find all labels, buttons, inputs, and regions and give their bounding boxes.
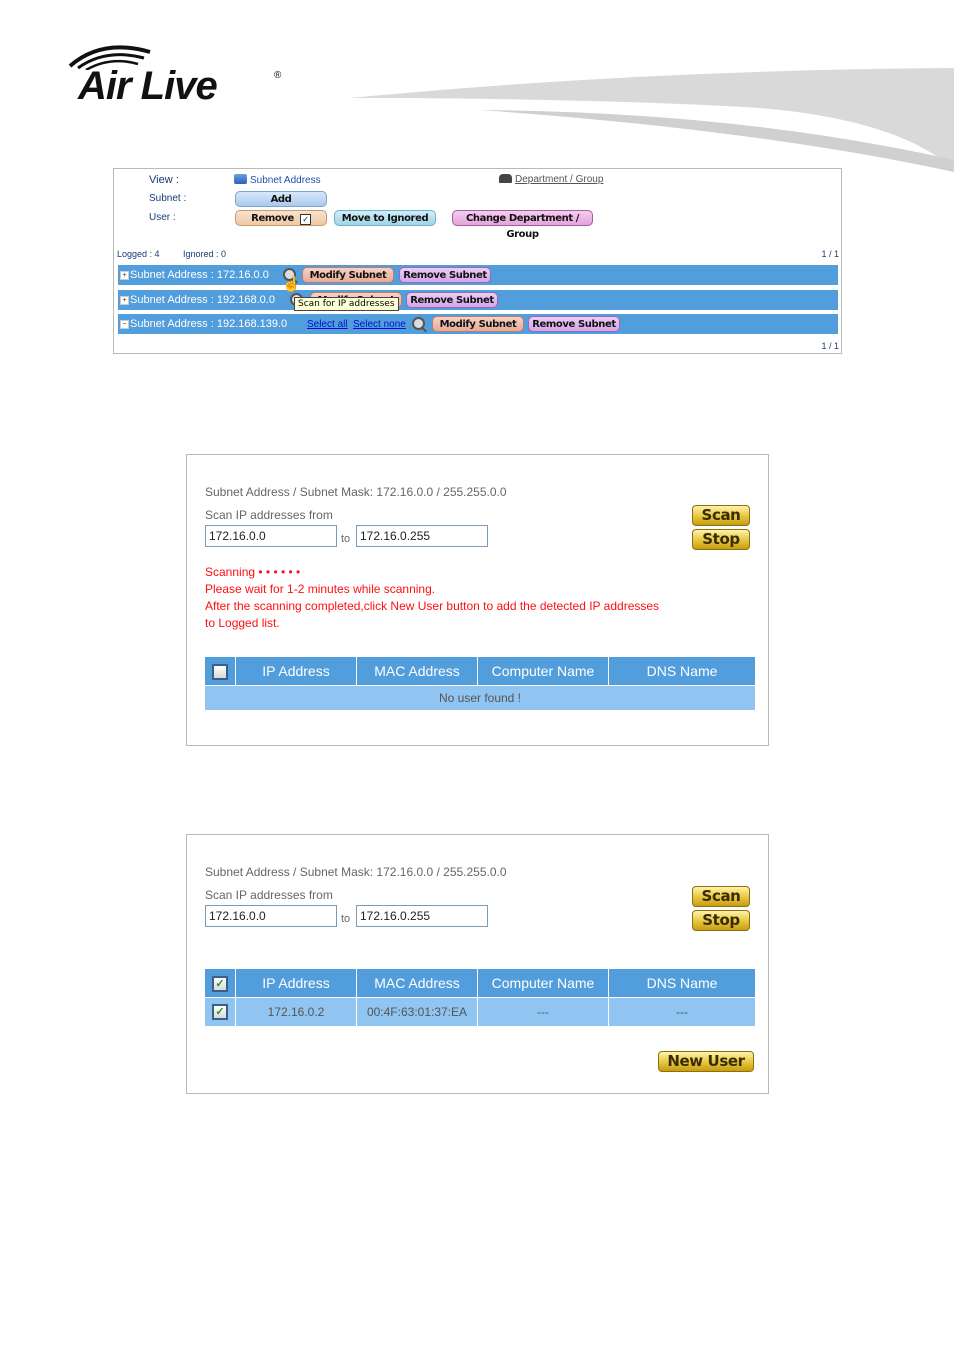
select-none-link[interactable]: Select none [353,319,406,330]
table-header: ✓ IP Address MAC Address Computer Name D… [204,969,756,998]
scan-from-label: Scan IP addresses from [205,888,333,902]
remove-user-label: Remove [251,213,294,224]
brand-name: Air Live [78,64,218,108]
view-department-label: Department / Group [515,174,604,185]
subnet-address: Subnet Address : 192.168.0.0 [130,294,275,306]
select-all-checkbox[interactable] [212,663,228,680]
scan-tooltip: Scan for IP addresses [294,297,399,311]
user-label: User : [149,212,176,223]
column-ip-address: IP Address [235,969,357,998]
subnet-label: Subnet : [149,193,187,204]
scan-panel-scanning: Subnet Address / Subnet Mask: 172.16.0.0… [186,454,769,746]
empty-message: No user found ! [204,685,756,711]
expand-icon[interactable]: + [120,296,129,305]
scanning-status: Scanning • • • • • • [205,565,301,579]
table-row[interactable]: ✓ 172.16.0.2 00:4F:63:01:37:EA --- --- [204,997,756,1027]
ignored-count: Ignored : 0 [183,249,227,259]
subnet-info: Subnet Address / Subnet Mask: 172.16.0.0… [205,865,507,879]
select-all-link[interactable]: Select all [307,319,348,330]
subnet-row: + Subnet Address : 192.168.0.0 Modify Su… [118,290,838,310]
dns-name-cell: --- [608,997,756,1027]
column-mac-address: MAC Address [356,969,478,998]
remove-checkbox[interactable]: ✓ [299,214,311,225]
table-row: No user found ! [204,685,756,711]
change-department-group-button[interactable]: Change Department / Group [452,210,593,240]
view-department-link[interactable]: Department / Group [499,174,603,185]
expand-icon[interactable]: + [120,271,129,280]
subnet-row: − Subnet Address : 192.168.139.0 Select … [118,314,838,334]
mac-address-cell: 00:4F:63:01:37:EA [356,997,478,1027]
row-select-cell: ✓ [204,997,236,1027]
remove-subnet-button[interactable]: Remove Subnet [406,292,498,308]
scan-to-input[interactable] [356,525,488,547]
view-subnet-address-link[interactable]: Subnet Address [234,174,321,186]
column-ip-address: IP Address [235,657,357,686]
scan-from-input[interactable] [205,525,337,547]
subnet-info: Subnet Address / Subnet Mask: 172.16.0.0… [205,485,507,499]
column-computer-name: Computer Name [477,657,609,686]
registered-mark: ® [274,70,282,81]
header-swoosh [350,68,954,172]
scan-panel-results: Subnet Address / Subnet Mask: 172.16.0.0… [186,834,769,1094]
select-all-header: ✓ [204,969,236,998]
select-all-header [204,657,236,686]
remove-user-button[interactable]: Remove ✓ [235,210,327,226]
pager-bottom[interactable]: 1 / 1 [821,341,839,351]
scan-to-input[interactable] [356,905,488,927]
ip-address-cell: 172.16.0.2 [235,997,357,1027]
airlive-logo: Air Live ® [62,40,292,110]
instruction-message: After the scanning completed,click New U… [205,599,660,613]
scan-button[interactable]: Scan [692,886,750,907]
modify-subnet-button[interactable]: Modify Subnet [432,316,524,332]
computer-name-cell: --- [477,997,609,1027]
instruction-message-cont: to Logged list. [205,616,280,630]
pager-top[interactable]: 1 / 1 [821,249,839,259]
column-dns-name: DNS Name [608,657,756,686]
scan-from-label: Scan IP addresses from [205,508,333,522]
new-user-button[interactable]: New User [658,1051,754,1072]
to-label: to [341,533,351,545]
users-group-icon [499,174,512,183]
move-to-ignored-button[interactable]: Move to Ignored [334,210,436,226]
logged-count: Logged : 4 [117,249,160,259]
column-mac-address: MAC Address [356,657,478,686]
scan-from-input[interactable] [205,905,337,927]
modify-subnet-button[interactable]: Modify Subnet [302,267,394,283]
table-header: IP Address MAC Address Computer Name DNS… [204,657,756,686]
column-dns-name: DNS Name [608,969,756,998]
view-label: View : [149,174,179,186]
column-computer-name: Computer Name [477,969,609,998]
scan-results-table: ✓ IP Address MAC Address Computer Name D… [204,969,756,1027]
add-subnet-button[interactable]: Add [235,191,327,207]
network-icon [234,174,247,184]
subnet-row: + Subnet Address : 172.16.0.0 Modify Sub… [118,265,838,285]
remove-subnet-button[interactable]: Remove Subnet [399,267,491,283]
stop-button[interactable]: Stop [692,910,750,931]
remove-subnet-button[interactable]: Remove Subnet [528,316,620,332]
view-subnet-label: Subnet Address [250,175,321,186]
scan-button[interactable]: Scan [692,505,750,526]
subnet-address: Subnet Address : 192.168.139.0 [130,318,288,330]
subnet-address: Subnet Address : 172.16.0.0 [130,269,269,281]
user-management-panel: View : Subnet Address Department / Group… [113,168,842,354]
scan-magnifier-icon[interactable] [412,317,425,330]
hand-pointer-cursor: ☝ [282,276,301,293]
scan-results-table: IP Address MAC Address Computer Name DNS… [204,657,756,711]
wait-message: Please wait for 1-2 minutes while scanni… [205,582,436,596]
select-all-checkbox[interactable]: ✓ [212,975,228,992]
collapse-icon[interactable]: − [120,320,129,329]
stop-button[interactable]: Stop [692,529,750,550]
row-checkbox[interactable]: ✓ [212,1004,228,1020]
to-label: to [341,913,351,925]
